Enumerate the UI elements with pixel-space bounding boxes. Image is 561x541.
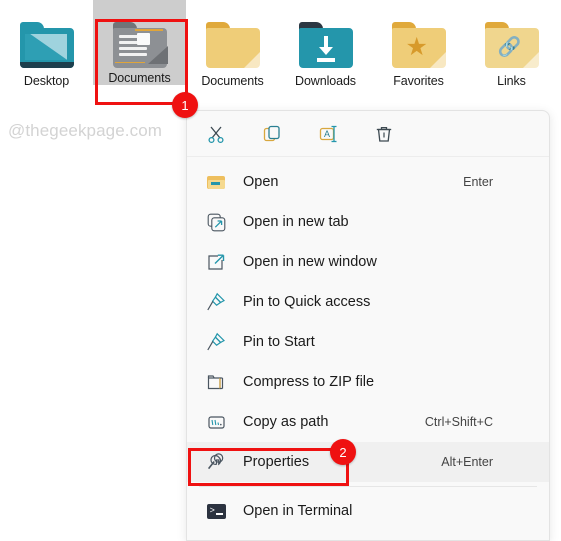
folder-label: Documents (201, 74, 264, 88)
annotation-badge-2: 2 (330, 439, 356, 465)
menu-item-open-in-terminal[interactable]: > Open in Terminal (187, 491, 549, 531)
menu-item-compress-to-zip[interactable]: Compress to ZIP file (187, 362, 549, 402)
folder-item-documents[interactable]: Documents (186, 0, 279, 88)
menu-separator (199, 486, 537, 487)
menu-item-open-in-new-window[interactable]: Open in new window (187, 242, 549, 282)
pin-icon (203, 331, 229, 353)
folder-desktop-icon (16, 20, 78, 70)
context-menu-command-bar: A (187, 111, 549, 157)
cut-icon[interactable] (201, 119, 231, 149)
annotation-badge-1: 1 (172, 92, 198, 118)
open-folder-icon (203, 171, 229, 193)
delete-icon[interactable] (369, 119, 399, 149)
menu-item-label: Open in new window (243, 254, 377, 270)
menu-item-shortcut: Alt+Enter (441, 455, 493, 469)
folder-item-desktop[interactable]: Desktop (0, 0, 93, 88)
menu-item-label: Pin to Quick access (243, 294, 371, 310)
menu-item-label: Compress to ZIP file (243, 374, 375, 390)
folder-item-favorites[interactable]: ★ Favorites (372, 0, 465, 88)
zip-icon (203, 371, 229, 393)
watermark-text: @thegeekpage.com (8, 121, 163, 140)
menu-item-open[interactable]: Open Enter (187, 162, 549, 202)
menu-item-shortcut: Enter (463, 175, 493, 189)
menu-item-pin-to-start[interactable]: Pin to Start (187, 322, 549, 362)
copy-path-icon (203, 411, 229, 433)
annotation-box-documents (95, 19, 188, 105)
pin-icon (203, 291, 229, 313)
menu-item-label: Open (243, 174, 279, 190)
terminal-icon: > (203, 500, 229, 522)
folder-downloads-icon (295, 20, 357, 70)
folder-item-links[interactable]: 🔗 Links (465, 0, 558, 88)
menu-item-open-in-new-tab[interactable]: Open in new tab (187, 202, 549, 242)
new-tab-icon (203, 211, 229, 233)
folder-favorites-icon: ★ (388, 20, 450, 70)
svg-text:A: A (324, 129, 330, 139)
menu-item-label: Copy as path (243, 414, 329, 430)
quick-access-folder-strip: Desktop Documents Documents Downloads ★ (0, 0, 561, 112)
folder-label: Favorites (393, 74, 444, 88)
menu-item-copy-as-path[interactable]: Copy as path Ctrl+Shift+C (187, 402, 549, 442)
folder-item-downloads[interactable]: Downloads (279, 0, 372, 88)
folder-label: Desktop (23, 74, 70, 88)
folder-label: Downloads (295, 74, 356, 88)
menu-item-shortcut: Ctrl+Shift+C (424, 415, 493, 429)
rename-icon[interactable]: A (313, 119, 343, 149)
folder-links-icon: 🔗 (481, 20, 543, 70)
menu-item-pin-to-quick-access[interactable]: Pin to Quick access (187, 282, 549, 322)
folder-label: Links (497, 74, 526, 88)
new-window-icon (203, 251, 229, 273)
folder-plain-icon (202, 20, 264, 70)
annotation-box-properties (188, 448, 349, 486)
copy-icon[interactable] (257, 119, 287, 149)
menu-item-label: Open in Terminal (243, 503, 353, 519)
menu-item-label: Open in new tab (243, 214, 349, 230)
menu-item-label: Pin to Start (243, 334, 315, 350)
